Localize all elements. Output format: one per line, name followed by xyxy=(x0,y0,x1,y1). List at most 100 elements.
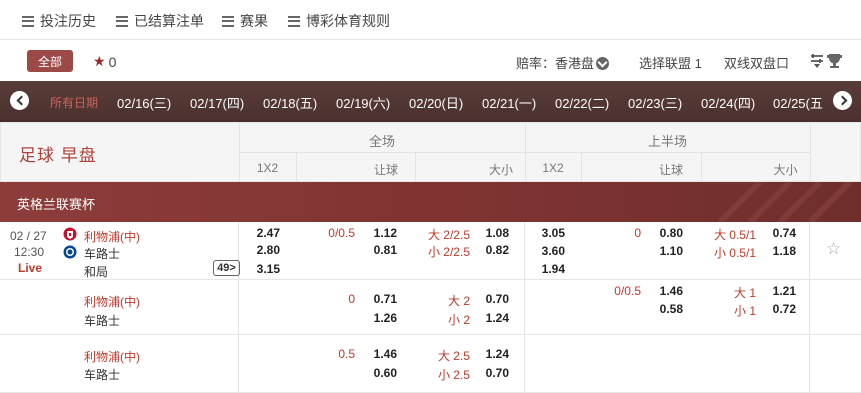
col-handicap: 让球 xyxy=(373,163,398,177)
handicap-odds-home-half[interactable]: 0.80 xyxy=(643,226,683,240)
league-name: 英格兰联赛杯 xyxy=(17,197,96,212)
draw-label: 和局 xyxy=(84,265,109,279)
neutral-tag: (中) xyxy=(120,350,141,364)
handicap-odds-away[interactable]: 0.60 xyxy=(357,366,397,380)
all-button[interactable]: 全部 xyxy=(27,50,73,72)
date-tab[interactable]: 02/17(四) xyxy=(190,93,244,112)
over-line-half: 大 1 xyxy=(733,286,756,300)
table-header: 足球 早盘 全场 上半场 1X2 让球 大小 1X2 让球 大小 xyxy=(0,122,861,182)
nav-settled-bets[interactable]: 已结算注单 xyxy=(116,11,204,31)
home-team[interactable]: 利物浦(中) xyxy=(84,228,140,245)
half-time-header: 上半场 xyxy=(647,134,687,149)
nav-results[interactable]: 赛果 xyxy=(222,11,268,31)
over-odds-half[interactable]: 0.74 xyxy=(756,226,796,240)
odds-draw-half[interactable]: 1.94 xyxy=(525,262,565,276)
home-team[interactable]: 利物浦(中) xyxy=(84,348,140,365)
col-1x2: 1X2 xyxy=(256,161,279,175)
under-line: 小 2 xyxy=(447,313,470,327)
odds-home[interactable]: 2.47 xyxy=(240,226,280,240)
decorative-pattern xyxy=(717,182,853,222)
handicap-line: 0.5 xyxy=(338,347,355,361)
odds-draw[interactable]: 3.15 xyxy=(240,262,280,276)
date-tab[interactable]: 02/19(六) xyxy=(336,93,390,112)
full-time-header: 全场 xyxy=(368,134,395,149)
handicap-odds-away-half[interactable]: 0.58 xyxy=(643,302,683,316)
under-odds-half[interactable]: 1.18 xyxy=(756,244,796,258)
handicap-odds-home-half[interactable]: 1.46 xyxy=(643,284,683,298)
date-tab[interactable]: 02/22(二) xyxy=(555,93,609,112)
away-team[interactable]: 车路士 xyxy=(84,245,120,262)
over-line: 大 2/2.5 xyxy=(427,228,470,242)
handicap-odds-away[interactable]: 0.81 xyxy=(357,243,397,257)
odds-away[interactable]: 2.80 xyxy=(240,243,280,257)
star-icon: ★ xyxy=(93,53,106,69)
under-line-half: 小 0.5/1 xyxy=(713,246,756,260)
over-line-half: 大 0.5/1 xyxy=(713,228,756,242)
date-tab[interactable]: 02/16(三) xyxy=(117,93,171,112)
under-odds[interactable]: 0.82 xyxy=(469,243,509,257)
handicap-odds-home[interactable]: 1.46 xyxy=(357,347,397,361)
page-title: 足球 早盘 xyxy=(19,146,97,165)
handicap-line: 0 xyxy=(348,292,355,306)
over-odds-half[interactable]: 1.21 xyxy=(756,284,796,298)
chelsea-logo-icon xyxy=(63,245,77,259)
away-team[interactable]: 车路士 xyxy=(84,366,120,383)
home-team-name: 利物浦 xyxy=(84,295,121,309)
home-team[interactable]: 利物浦(中) xyxy=(84,293,140,310)
liverpool-logo-icon xyxy=(63,227,77,241)
over-odds[interactable]: 0.70 xyxy=(469,292,509,306)
handicap-line-half: 0/0.5 xyxy=(614,284,641,298)
under-odds[interactable]: 0.70 xyxy=(469,366,509,380)
chevron-left-icon[interactable] xyxy=(10,91,29,110)
date-tab[interactable]: 02/25(五 xyxy=(773,93,827,112)
over-odds[interactable]: 1.08 xyxy=(469,226,509,240)
neutral-tag: (中) xyxy=(120,295,141,309)
col-handicap-half: 让球 xyxy=(658,163,683,177)
over-odds[interactable]: 1.24 xyxy=(469,347,509,361)
nav-label: 赛果 xyxy=(240,13,268,29)
more-bets-button[interactable]: 49> xyxy=(213,260,240,276)
odds-type-select[interactable]: 赔率：香港盘 xyxy=(516,53,610,72)
double-line-toggle[interactable]: 双线双盘口 xyxy=(724,53,789,72)
date-bar: 所有日期 02/16(三) 02/17(四) 02/18(五) 02/19(六)… xyxy=(0,81,861,122)
date-tab[interactable]: 02/18(五) xyxy=(263,93,317,112)
favorites-filter[interactable]: ★ 0 xyxy=(93,53,116,70)
match-date: 02 / 27 xyxy=(10,229,47,243)
chevron-right-icon[interactable] xyxy=(833,91,852,110)
over-line: 大 2.5 xyxy=(437,349,470,363)
home-team-name: 利物浦 xyxy=(84,230,121,244)
under-line-half: 小 1 xyxy=(733,304,756,318)
handicap-odds-away-half[interactable]: 1.10 xyxy=(643,244,683,258)
menu-icon xyxy=(222,15,234,27)
odds-away-half[interactable]: 3.60 xyxy=(525,244,565,258)
handicap-odds-away[interactable]: 1.26 xyxy=(357,311,397,325)
date-tab[interactable]: 02/23(三) xyxy=(628,93,682,112)
date-tab[interactable]: 02/24(四) xyxy=(701,93,755,112)
match-time: 12:30 xyxy=(14,245,45,259)
odds-home-half[interactable]: 3.05 xyxy=(525,226,565,240)
handicap-odds-home[interactable]: 1.12 xyxy=(357,226,397,240)
over-line: 大 2 xyxy=(447,294,470,308)
nav-label: 投注历史 xyxy=(40,13,96,29)
settings-icon xyxy=(811,54,842,68)
date-tab[interactable]: 02/20(日) xyxy=(409,93,463,112)
date-tab[interactable]: 02/21(一) xyxy=(482,93,536,112)
away-team[interactable]: 车路士 xyxy=(84,312,120,329)
under-odds-half[interactable]: 0.72 xyxy=(756,302,796,316)
league-header[interactable]: 英格兰联赛杯 xyxy=(0,182,861,222)
handicap-odds-home[interactable]: 0.71 xyxy=(357,292,397,306)
handicap-line-half: 0 xyxy=(634,226,641,240)
col-over-under: 大小 xyxy=(488,163,513,177)
date-tab-all[interactable]: 所有日期 xyxy=(50,94,98,111)
nav-bet-history[interactable]: 投注历史 xyxy=(22,11,96,31)
settings-trophy-icons[interactable] xyxy=(810,53,844,69)
nav-label: 已结算注单 xyxy=(134,13,204,29)
star-icon[interactable]: ☆ xyxy=(826,239,841,259)
menu-icon xyxy=(22,15,34,27)
under-odds[interactable]: 1.24 xyxy=(469,311,509,325)
league-select[interactable]: 选择联盟 1 xyxy=(639,53,702,72)
nav-rules[interactable]: 博彩体育规则 xyxy=(288,11,390,31)
live-badge: Live xyxy=(18,261,43,275)
favorites-count: 0 xyxy=(108,53,117,70)
toolbar: 全部 ★ 0 赔率：香港盘 选择联盟 1 双线双盘口 xyxy=(0,41,861,81)
